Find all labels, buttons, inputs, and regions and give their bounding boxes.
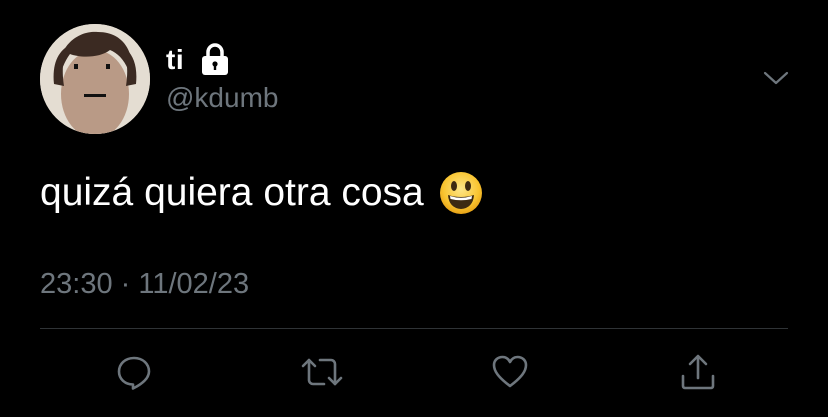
display-name-row: ti: [166, 42, 230, 78]
handle[interactable]: @kdumb: [166, 82, 278, 114]
timestamp[interactable]: 23:30 · 11/02/23: [40, 268, 249, 301]
avatar[interactable]: [40, 24, 150, 134]
avatar-image: [40, 24, 150, 134]
share-icon: [678, 352, 718, 392]
divider: [40, 328, 788, 329]
share-button[interactable]: [676, 350, 720, 394]
reply-icon: [114, 352, 154, 392]
retweet-icon: [300, 352, 344, 392]
tweet-text-content: quizá quiera otra cosa: [40, 171, 424, 214]
tweet-card: ti @kdumb quizá quiera otra cosa 23:30 ·…: [0, 0, 828, 417]
display-name[interactable]: ti: [166, 44, 184, 76]
lock-icon: [200, 43, 230, 77]
action-bar: [0, 350, 828, 394]
smiling-face-icon: [438, 170, 484, 216]
tweet-text: quizá quiera otra cosa: [40, 170, 484, 216]
heart-icon: [490, 352, 530, 392]
like-button[interactable]: [488, 350, 532, 394]
retweet-button[interactable]: [300, 350, 344, 394]
reply-button[interactable]: [112, 350, 156, 394]
chevron-down-icon[interactable]: [762, 66, 790, 90]
